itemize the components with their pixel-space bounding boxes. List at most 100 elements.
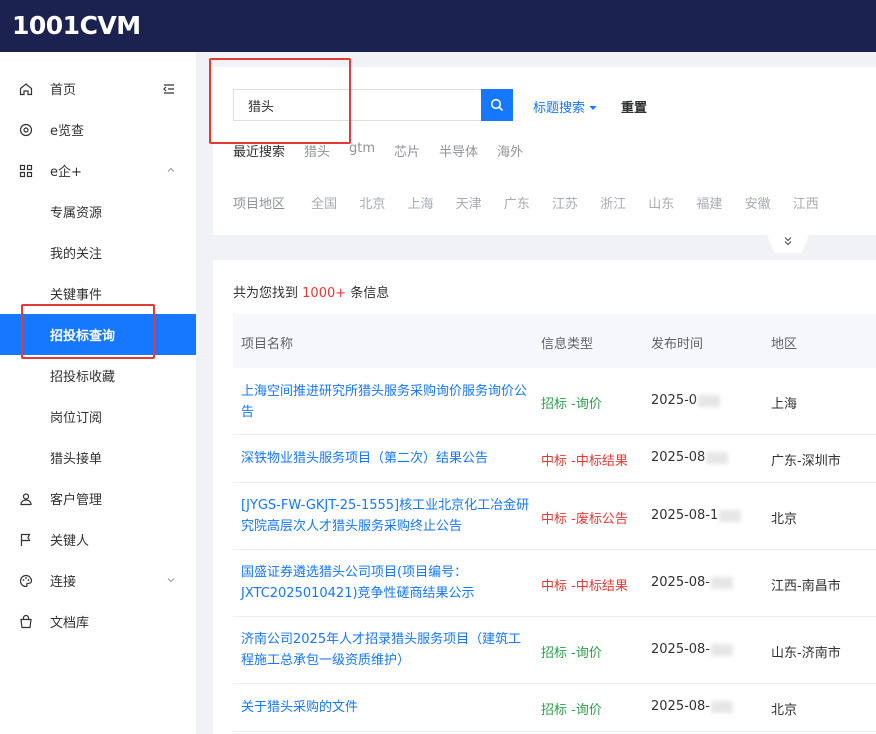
region-option[interactable]: 山东: [648, 193, 674, 212]
region-option[interactable]: 天津: [456, 193, 482, 212]
highlight-annotation-search: [209, 58, 351, 144]
region-option[interactable]: 上海: [407, 193, 433, 212]
sidebar-item-e-browse[interactable]: e览查: [0, 109, 196, 150]
sidebar-item-key-people[interactable]: 关键人: [0, 519, 196, 560]
home-icon: [18, 81, 34, 97]
publish-date-text: 2025-08: [651, 450, 706, 465]
result-count-prefix: 共为您找到: [233, 286, 299, 301]
sidebar-item-customers[interactable]: 客户管理: [0, 478, 196, 519]
grid-icon: [18, 163, 34, 179]
sidebar-item-label: 猎头接单: [50, 452, 103, 467]
sidebar-item-label: 专属资源: [50, 206, 103, 221]
publish-date-text: 2025-0: [651, 393, 698, 408]
search-icon: [490, 98, 504, 112]
flag-icon: [18, 532, 34, 548]
sidebar-item-document-library[interactable]: 文档库: [0, 601, 196, 642]
result-count-value: 1000+: [302, 286, 347, 301]
recent-search-item[interactable]: gtm: [349, 141, 375, 160]
redaction-blur: [711, 700, 734, 713]
reset-button[interactable]: 重置: [621, 97, 647, 116]
sidebar-item-label: 文档库: [50, 616, 90, 631]
sidebar-item-headhunter-orders[interactable]: 猎头接单: [0, 437, 196, 478]
table-row[interactable]: 济南公司2025年人才招录猎头服务项目（建筑工程施工总承包一级资质维护） 招标 …: [233, 617, 876, 684]
table-row[interactable]: [JYGS-FW-GKJT-25-1555]核工业北京化工冶金研究院高层次人才猎…: [233, 483, 876, 550]
recent-search-item[interactable]: 半导体: [439, 141, 478, 160]
project-name-link[interactable]: [JYGS-FW-GKJT-25-1555]核工业北京化工冶金研究院高层次人才猎…: [241, 495, 531, 537]
region-option[interactable]: 江苏: [552, 193, 578, 212]
region-option[interactable]: 浙江: [600, 193, 626, 212]
column-header: 信息类型: [541, 337, 594, 352]
sidebar-item-exclusive-resources[interactable]: 专属资源: [0, 191, 196, 232]
publish-date: 2025-0: [651, 393, 721, 408]
collapse-menu-icon[interactable]: [162, 82, 176, 96]
search-button[interactable]: [481, 89, 513, 121]
project-name-link[interactable]: 深铁物业猎头服务项目（第二次）结果公告: [241, 448, 531, 469]
palette-icon: [18, 573, 34, 589]
sidebar-item-job-subscription[interactable]: 岗位订阅: [0, 396, 196, 437]
table-row[interactable]: 上海空间推进研究所猎头服务采购询价服务询价公告 招标 -询价 2025-0 上海: [233, 368, 876, 435]
publish-date-text: 2025-08-: [651, 575, 711, 590]
sidebar-item-label: 我的关注: [50, 247, 103, 262]
info-type: 招标 -询价: [541, 397, 602, 412]
region-option[interactable]: 北京: [359, 193, 385, 212]
at-icon: [18, 122, 34, 138]
region: 山东-济南市: [771, 646, 841, 661]
publish-date: 2025-08: [651, 450, 729, 465]
table-row[interactable]: 深铁物业猎头服务项目（第二次）结果公告 中标 -中标结果 2025-08 广东-…: [233, 435, 876, 483]
project-name-link[interactable]: 济南公司2025年人才招录猎头服务项目（建筑工程施工总承包一级资质维护）: [241, 629, 531, 671]
sidebar-item-label: e企+: [50, 165, 82, 180]
recent-search-item[interactable]: 海外: [497, 141, 523, 160]
expand-filters-toggle[interactable]: [767, 235, 809, 253]
user-icon: [18, 491, 34, 507]
region: 广东-深圳市: [771, 454, 841, 469]
info-type: 招标 -询价: [541, 646, 602, 661]
double-chevron-down-icon: [784, 237, 792, 246]
region: 北京: [771, 512, 798, 527]
project-name-link[interactable]: 国盛证券遴选猎头公司项目(项目编号：JXTC2025010421)竞争性磋商结果…: [241, 562, 531, 604]
redaction-blur: [719, 509, 742, 522]
region-option[interactable]: 安徽: [745, 193, 771, 212]
sidebar-item-home[interactable]: 首页: [0, 68, 196, 109]
publish-date: 2025-08-: [651, 699, 734, 714]
region: 上海: [771, 397, 798, 412]
region: 北京: [771, 703, 798, 718]
region-option[interactable]: 全国: [311, 193, 337, 212]
table-row[interactable]: 国盛证券遴选猎头公司项目(项目编号：JXTC2025010421)竞争性磋商结果…: [233, 550, 876, 617]
publish-date-text: 2025-08-1: [651, 508, 719, 523]
table-row[interactable]: 关于猎头采购的文件 招标 -询价 2025-08- 北京: [233, 684, 876, 732]
caret-down-icon: [589, 106, 597, 110]
sidebar-item-label: 关键事件: [50, 288, 103, 303]
column-header: 项目名称: [241, 337, 294, 352]
sidebar-item-label: 岗位订阅: [50, 411, 103, 426]
project-name-link[interactable]: 关于猎头采购的文件: [241, 697, 531, 718]
redaction-blur: [711, 643, 734, 656]
redaction-blur: [698, 394, 721, 407]
sidebar-item-bid-favorites[interactable]: 招投标收藏: [0, 355, 196, 396]
sidebar-item-label: 首页: [50, 83, 77, 98]
region-option[interactable]: 福建: [696, 193, 722, 212]
logo[interactable]: 1001CVM: [12, 11, 141, 41]
sidebar-item-e-enterprise[interactable]: e企+: [0, 150, 196, 191]
publish-date: 2025-08-1: [651, 508, 742, 523]
result-count-suffix: 条信息: [350, 286, 390, 301]
region-option[interactable]: 广东: [504, 193, 530, 212]
bag-icon: [18, 614, 34, 630]
table-header: 项目名称 信息类型 发布时间 地区: [233, 314, 876, 368]
sidebar-item-label: 关键人: [50, 534, 90, 549]
recent-search-item[interactable]: 芯片: [394, 141, 420, 160]
result-count: 共为您找到 1000+ 条信息: [233, 282, 389, 301]
publish-date: 2025-08-: [651, 575, 734, 590]
sidebar-item-connections[interactable]: 连接: [0, 560, 196, 601]
column-header: 地区: [771, 337, 798, 352]
top-bar: 1001CVM: [0, 0, 876, 52]
project-name-link[interactable]: 上海空间推进研究所猎头服务采购询价服务询价公告: [241, 381, 531, 423]
info-type: 中标 -中标结果: [541, 579, 628, 594]
title-search-dropdown[interactable]: 标题搜索: [533, 97, 597, 116]
region-option[interactable]: 江西: [793, 193, 819, 212]
publish-date: 2025-08-: [651, 642, 734, 657]
region: 江西-南昌市: [771, 579, 841, 594]
info-type: 中标 -中标结果: [541, 454, 628, 469]
sidebar-item-my-follows[interactable]: 我的关注: [0, 232, 196, 273]
redaction-blur: [706, 451, 729, 464]
chevron-down-icon: [166, 574, 176, 588]
